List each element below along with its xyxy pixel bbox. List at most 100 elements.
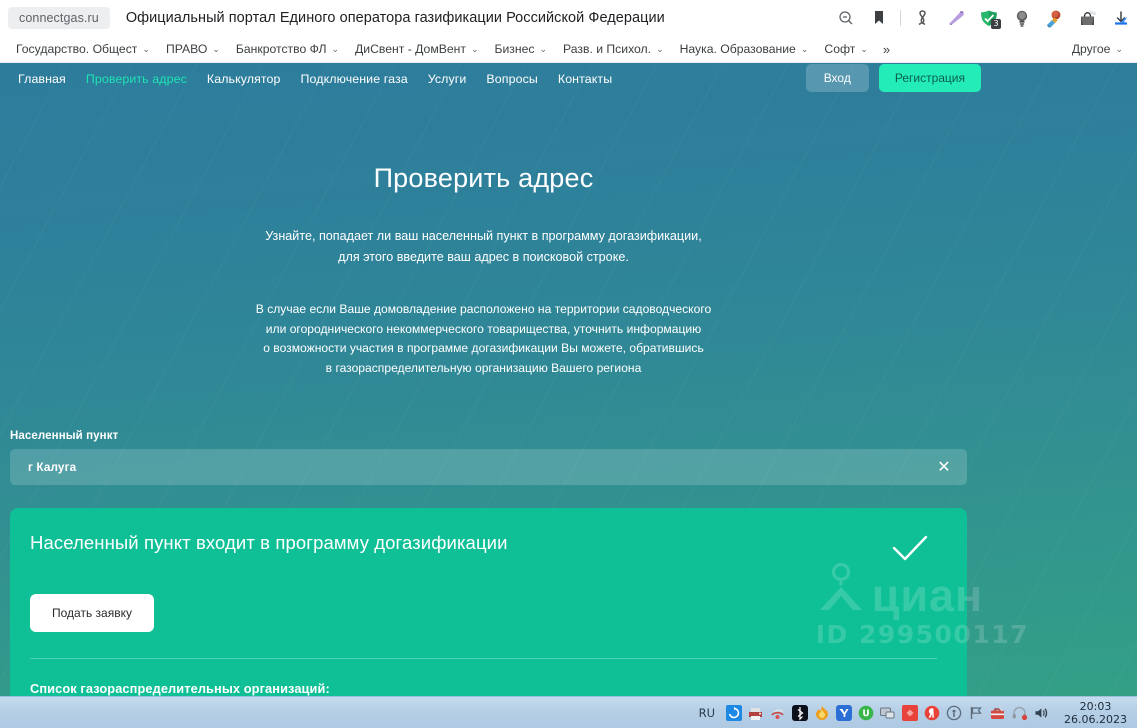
bookmark-folder-nauka[interactable]: Наука. Образование ⌄ (672, 39, 817, 59)
os-taskbar: RU 20:03 26.06.2023 (0, 696, 1137, 728)
nav-item-uslugi[interactable]: Услуги (418, 72, 477, 86)
bookmarks-bar: Государство. Общест ⌄ ПРАВО ⌄ Банкротств… (0, 36, 1137, 63)
browser-tab-connectgas[interactable]: connectgas.ru (8, 7, 110, 29)
nav-item-voprosy[interactable]: Вопросы (476, 72, 547, 86)
paint-extension-icon[interactable] (1038, 0, 1071, 36)
nav-item-glavnaya[interactable]: Главная (8, 72, 76, 86)
nav-item-podklyuchenie-gaza[interactable]: Подключение газа (291, 72, 418, 86)
result-card-header: Населенный пункт входит в программу дога… (30, 532, 937, 569)
network-icon[interactable] (768, 703, 787, 722)
card-divider (30, 658, 937, 659)
chevron-down-icon: ⌄ (539, 43, 548, 54)
yandex-browser-icon[interactable] (922, 703, 941, 722)
organizations-list-title: Список газораспределительных организаций… (30, 681, 330, 696)
hero-note-line-2: или огороднического некоммерческого това… (265, 321, 702, 336)
circle-icon[interactable] (944, 703, 963, 722)
chevron-down-icon: ⌄ (800, 43, 809, 54)
utorrent-icon[interactable] (856, 703, 875, 722)
sync-icon[interactable] (724, 703, 743, 722)
bookmarks-overflow-button[interactable]: » (876, 39, 897, 60)
checkmark-icon (891, 534, 929, 569)
bookmark-folder-biznes[interactable]: Бизнес ⌄ (486, 39, 555, 59)
yandex-disk-icon[interactable] (834, 703, 853, 722)
bookmark-folder-razv-psihol[interactable]: Разв. и Психол. ⌄ (555, 39, 672, 59)
nav-item-kalkulyator[interactable]: Калькулятор (197, 72, 291, 86)
bookmark-label: Государство. Общест (16, 42, 138, 56)
download-icon[interactable] (1104, 0, 1137, 36)
language-indicator[interactable]: RU (699, 706, 715, 720)
ribbon-extension-icon[interactable] (906, 0, 939, 36)
chevron-down-icon: ⌄ (1115, 43, 1123, 54)
search-input-value: г Калуга (28, 460, 77, 474)
bag-extension-icon[interactable] (1071, 0, 1104, 36)
zoom-out-icon[interactable] (829, 0, 862, 36)
result-title: Населенный пункт входит в программу дога… (30, 532, 508, 553)
flame-icon[interactable] (812, 703, 831, 722)
bookmark-label: Наука. Образование (679, 42, 796, 56)
hero-subtitle-line-1: Узнайте, попадает ли ваш населенный пунк… (265, 229, 702, 243)
address-search-block: Населенный пункт г Калуга ✕ (0, 430, 977, 485)
flag-icon[interactable] (966, 703, 985, 722)
shield-badge-count: 3 (991, 19, 1001, 29)
toolbox-icon[interactable] (988, 703, 1007, 722)
bookmark-folder-pravo[interactable]: ПРАВО ⌄ (158, 39, 228, 59)
hero-note-line-4: в газораспределительную организацию Ваше… (325, 360, 642, 375)
bookmark-folder-gosudarstvo[interactable]: Государство. Общест ⌄ (8, 39, 158, 59)
screen-root: connectgas.ru Официальный портал Единого… (0, 0, 1137, 728)
bookmark-folder-drugoe[interactable]: Другое ⌄ (1064, 39, 1131, 59)
web-page-content: Главная Проверить адрес Калькулятор Подк… (0, 63, 1137, 696)
hero-subtitle: Узнайте, попадает ли ваш населенный пунк… (0, 226, 967, 268)
hero-subtitle-line-2: для этого введите ваш адрес в поисковой … (338, 250, 629, 264)
submit-application-button[interactable]: Подать заявку (30, 594, 154, 632)
nav-item-kontakty[interactable]: Контакты (548, 72, 622, 86)
bookmark-label: ДиСвент - ДомВент (355, 42, 466, 56)
bookmark-label: Разв. и Психол. (563, 42, 652, 56)
bookmark-folder-disvent[interactable]: ДиСвент - ДомВент ⌄ (347, 39, 486, 59)
search-input[interactable]: г Калуга ✕ (10, 449, 967, 485)
hero-section: Проверить адрес Узнайте, попадает ли ваш… (0, 95, 1137, 378)
toolbar-divider (900, 10, 901, 26)
hero-note-line-1: В случае если Ваше домовладение располож… (255, 302, 712, 316)
chevron-down-icon: ⌄ (656, 43, 664, 54)
bookmark-label: Другое (1071, 42, 1111, 56)
chevron-down-icon: ⌄ (860, 43, 868, 54)
result-card: Населенный пункт входит в программу дога… (10, 508, 967, 696)
browser-extension-icons: 3 (829, 0, 1137, 36)
volume-icon[interactable] (1032, 703, 1051, 722)
clear-icon[interactable]: ✕ (931, 449, 957, 485)
bookmarks-bar-right: Другое ⌄ (1064, 39, 1131, 59)
login-button[interactable]: Вход (805, 64, 869, 92)
red-square-icon[interactable] (900, 703, 919, 722)
site-navigation: Главная Проверить адрес Калькулятор Подк… (0, 63, 1137, 95)
bookmark-folder-soft[interactable]: Софт ⌄ (816, 39, 875, 59)
bookmark-label: ПРАВО (165, 42, 208, 56)
bluetooth-icon[interactable] (790, 703, 809, 722)
bookmark-label: Банкротство ФЛ (235, 42, 327, 56)
headset-icon[interactable] (1010, 703, 1029, 722)
chevron-down-icon: ⌄ (212, 43, 220, 54)
bookmark-folder-bankrotstvo[interactable]: Банкротство ФЛ ⌄ (228, 39, 347, 59)
pen-extension-icon[interactable] (939, 0, 972, 36)
register-button[interactable]: Регистрация (878, 64, 981, 92)
browser-toolbar: connectgas.ru Официальный портал Единого… (0, 0, 1137, 36)
bookmark-label: Бизнес (494, 42, 535, 56)
shield-extension-icon[interactable]: 3 (972, 0, 1005, 36)
bookmark-label: Софт (824, 42, 856, 56)
chevron-down-icon: ⌄ (470, 43, 479, 54)
display-icon[interactable] (878, 703, 897, 722)
clock-time: 20:03 (1079, 699, 1112, 713)
chevron-down-icon: ⌄ (142, 43, 150, 54)
hero-note-line-3: о возможности участия в программе догази… (263, 341, 704, 355)
printer-icon[interactable] (746, 703, 765, 722)
auth-actions: Вход Регистрация (805, 64, 981, 92)
bookmark-icon[interactable] (862, 0, 895, 36)
hero-note: В случае если Ваше домовладение располож… (0, 300, 967, 378)
lightbulb-extension-icon[interactable] (1005, 0, 1038, 36)
page-title-text: Официальный портал Единого оператора газ… (125, 10, 665, 26)
taskbar-clock[interactable]: 20:03 26.06.2023 (1064, 700, 1127, 726)
search-field-label: Населенный пункт (10, 430, 119, 442)
nav-item-proverit-adres[interactable]: Проверить адрес (76, 72, 197, 86)
clock-date: 26.06.2023 (1064, 712, 1127, 726)
hero-title: Проверить адрес (373, 163, 594, 193)
chevron-down-icon: ⌄ (331, 43, 340, 54)
